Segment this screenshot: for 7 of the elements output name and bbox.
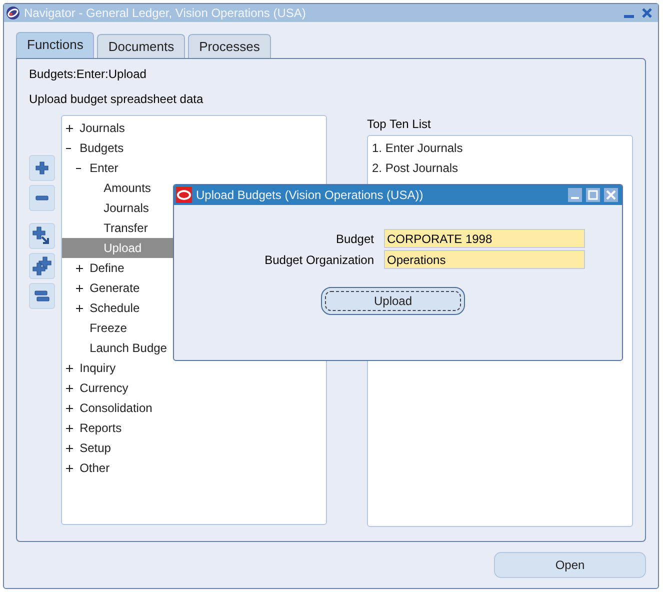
dialog-title: Upload Budgets (Vision Operations (USA))	[196, 188, 424, 202]
field-label: Budget	[334, 232, 374, 246]
function-path: Budgets:Enter:Upload	[29, 67, 148, 83]
window-title: Navigator - General Ledger, Vision Operations (USA)	[24, 6, 307, 20]
list-title: Top Ten List	[367, 117, 432, 133]
function-description: Upload budget spreadsheet data	[29, 92, 204, 108]
field-label: Budget Organization	[264, 252, 374, 266]
